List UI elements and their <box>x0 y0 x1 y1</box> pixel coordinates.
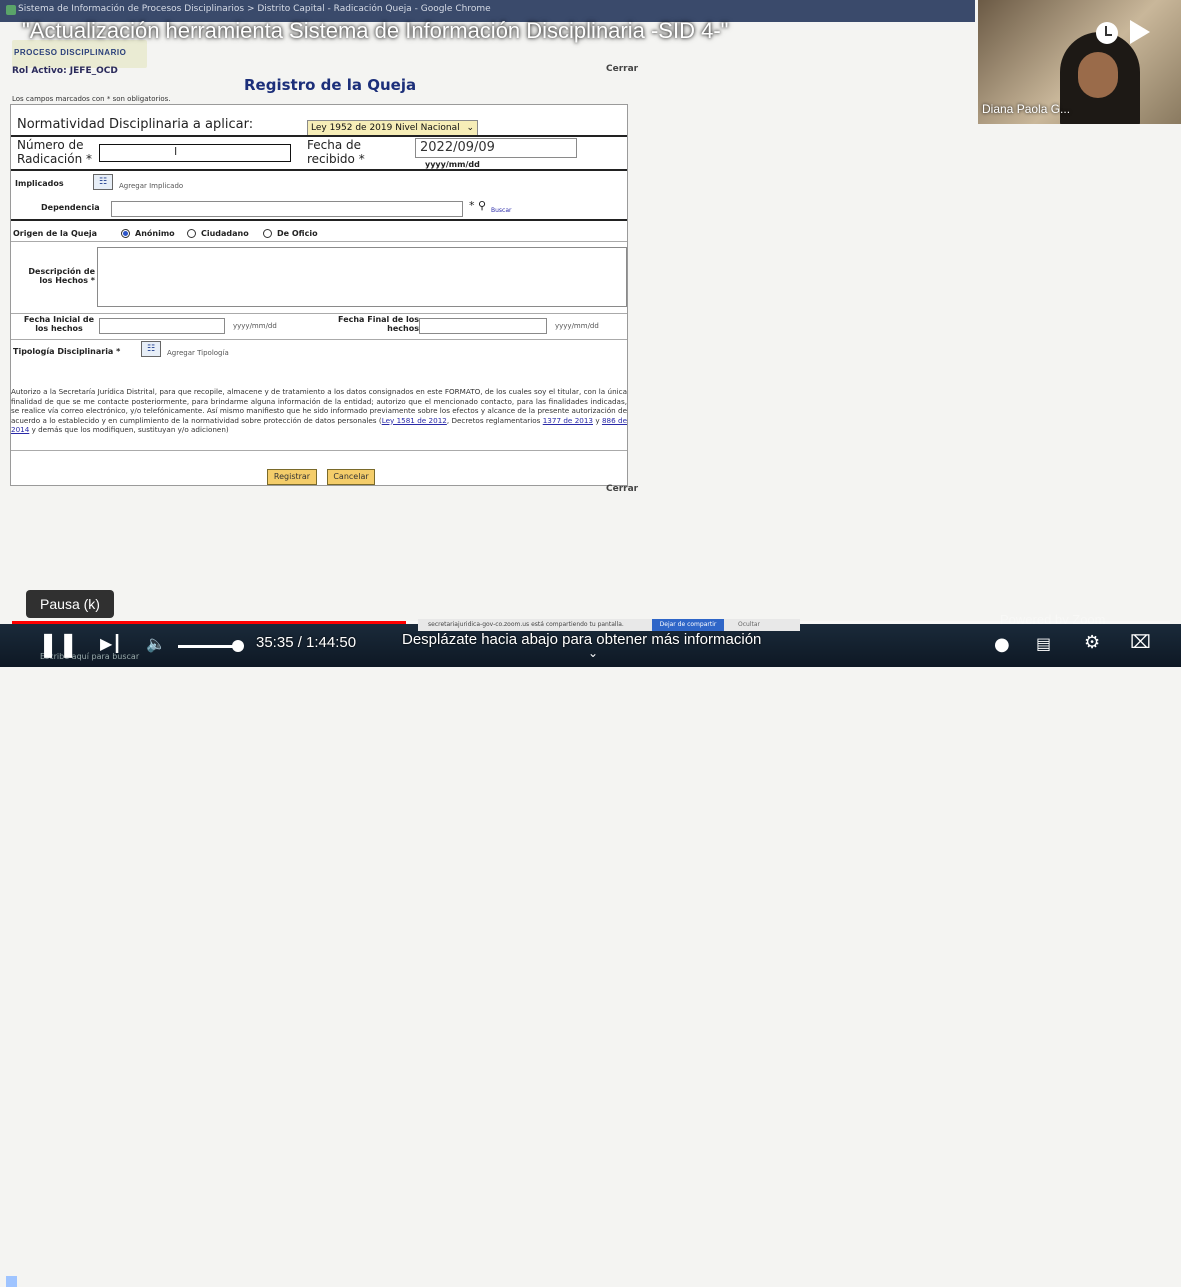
fecha-final-label: Fecha Final de los hechos <box>323 315 419 333</box>
origen-option-anonimo: Anónimo <box>135 229 175 238</box>
radio-anonimo[interactable] <box>121 229 130 238</box>
data-protection-notice: Autorizo a la Secretaría Jurídica Distri… <box>11 387 627 435</box>
share-icon[interactable] <box>1130 20 1150 44</box>
pause-tooltip: Pausa (k) <box>26 590 114 618</box>
volume-knob[interactable] <box>232 640 244 652</box>
fecha-inicial-label: Fecha Inicial de los hechos <box>19 315 99 333</box>
time-display: 35:35 / 1:44:50 <box>256 634 357 651</box>
tipologia-label: Tipología Disciplinaria * <box>13 347 121 356</box>
divider <box>11 450 627 451</box>
agregar-implicado-link[interactable]: Agregar Implicado <box>119 182 183 190</box>
descripcion-label: Descripción de los Hechos * <box>25 267 95 285</box>
scroll-hint: Desplázate hacia abajo para obtener más … <box>402 631 762 648</box>
radio-de-oficio[interactable] <box>263 229 272 238</box>
fecha-inicial-label-line1: Fecha Inicial de <box>23 315 95 324</box>
descripcion-label-line1: Descripción de <box>28 267 95 276</box>
descripcion-textarea[interactable] <box>97 247 627 307</box>
radicacion-input[interactable]: I <box>99 144 291 162</box>
fecha-recibido-label-line1: Fecha de <box>307 138 361 152</box>
complaint-form: Normatividad Disciplinaria a aplicar: Le… <box>10 104 628 486</box>
chevron-down-icon[interactable]: ⌄ <box>588 646 598 660</box>
fecha-inicial-format: yyyy/mm/dd <box>233 322 277 330</box>
divider <box>11 135 627 137</box>
volume-slider[interactable] <box>178 645 238 648</box>
normatividad-value: Ley 1952 de 2019 Nivel Nacional <box>311 123 460 133</box>
legal-text-4: y demás que los modifiquen, sustituyan y… <box>29 425 229 434</box>
app-logo: PROCESO DISCIPLINARIO <box>14 48 127 57</box>
hide-button[interactable]: Ocultar <box>738 619 760 631</box>
implicados-label: Implicados <box>15 179 64 188</box>
legal-text-3: y <box>593 415 602 425</box>
required-hint: Los campos marcados con * son obligatori… <box>12 95 171 103</box>
divider <box>11 169 627 171</box>
browser-title: Sistema de Información de Procesos Disci… <box>18 4 491 14</box>
dependencia-input[interactable] <box>111 201 463 217</box>
fecha-final-label-line2: hechos <box>387 324 419 333</box>
radicacion-label-line2: Radicación * <box>17 152 93 166</box>
dependencia-label: Dependencia <box>41 203 100 212</box>
fecha-inicial-label-line2: los hechos <box>35 324 83 333</box>
volume-icon[interactable]: 🔈 <box>146 634 166 653</box>
webcam-thumbnail: Diana Paola G... <box>978 0 1181 124</box>
pause-icon[interactable]: ❚❚ <box>38 630 78 658</box>
divider <box>11 241 627 242</box>
search-icon[interactable]: * ⚲ <box>469 199 486 212</box>
page-title: Registro de la Queja <box>244 76 417 94</box>
participant-face <box>1078 52 1118 98</box>
radicacion-label: Número de Radicación * <box>17 138 92 166</box>
add-tipologia-icon[interactable]: ☷ <box>141 341 161 357</box>
video-title: "Actualización herramienta Sistema de In… <box>22 18 729 43</box>
descripcion-label-line2: los Hechos * <box>39 276 95 285</box>
subtitles-icon[interactable]: ▤ <box>1036 634 1051 653</box>
fecha-recibido-format: yyyy/mm/dd <box>425 160 480 169</box>
fecha-final-input[interactable] <box>419 318 547 334</box>
windows-start-icon[interactable] <box>6 1276 17 1287</box>
agregar-tipologia-link[interactable]: Agregar Tipología <box>167 349 229 357</box>
ley-1581-link[interactable]: Ley 1581 de 2012 <box>382 416 447 425</box>
radicacion-label-line1: Número de <box>17 138 84 152</box>
divider <box>11 313 627 314</box>
radio-ciudadano[interactable] <box>187 229 196 238</box>
normatividad-select[interactable]: Ley 1952 de 2019 Nivel Nacional ⌄ <box>307 120 478 136</box>
chevron-down-icon: ⌄ <box>466 123 474 133</box>
divider <box>11 339 627 340</box>
fecha-final-format: yyyy/mm/dd <box>555 322 599 330</box>
buscar-link[interactable]: Buscar <box>491 207 512 214</box>
decreto-1377-link[interactable]: 1377 de 2013 <box>543 416 593 425</box>
fecha-recibido-label-line2: recibido * <box>307 152 365 166</box>
origen-option-de-oficio: De Oficio <box>277 229 318 238</box>
exit-fullscreen-icon[interactable]: ⌧ <box>1130 632 1151 653</box>
fecha-recibido-label: Fecha de recibido * <box>307 138 365 166</box>
cerrar-link-top[interactable]: Cerrar <box>606 64 638 74</box>
registrar-button[interactable]: Registrar <box>267 469 317 485</box>
next-icon[interactable]: ▶┃ <box>100 634 122 653</box>
fecha-recibido-input[interactable]: 2022/09/09 <box>415 138 577 158</box>
cerrar-link-bottom[interactable]: Cerrar <box>606 484 638 494</box>
legal-text-2: , Decretos reglamentarios <box>446 415 543 425</box>
text-cursor-icon: I <box>174 145 178 158</box>
origen-option-ciudadano: Ciudadano <box>201 229 249 238</box>
normatividad-label: Normatividad Disciplinaria a aplicar: <box>17 117 254 132</box>
stop-sharing-button[interactable]: Dejar de compartir <box>652 619 724 631</box>
cancelar-button[interactable]: Cancelar <box>327 469 375 485</box>
gear-icon[interactable]: ⚙ <box>1084 632 1100 653</box>
fecha-inicial-input[interactable] <box>99 318 225 334</box>
divider <box>11 219 627 221</box>
add-implicado-icon[interactable]: ☷ <box>93 174 113 190</box>
origen-label: Origen de la Queja <box>13 229 98 238</box>
participant-name: Diana Paola G... <box>982 102 1071 116</box>
app-icon <box>6 5 16 15</box>
autoplay-toggle-icon[interactable]: ● <box>994 634 1010 655</box>
watch-later-icon[interactable] <box>1096 22 1118 44</box>
active-role: Rol Activo: JEFE_OCD <box>12 66 118 76</box>
fecha-final-label-line1: Fecha Final de los <box>338 315 419 324</box>
